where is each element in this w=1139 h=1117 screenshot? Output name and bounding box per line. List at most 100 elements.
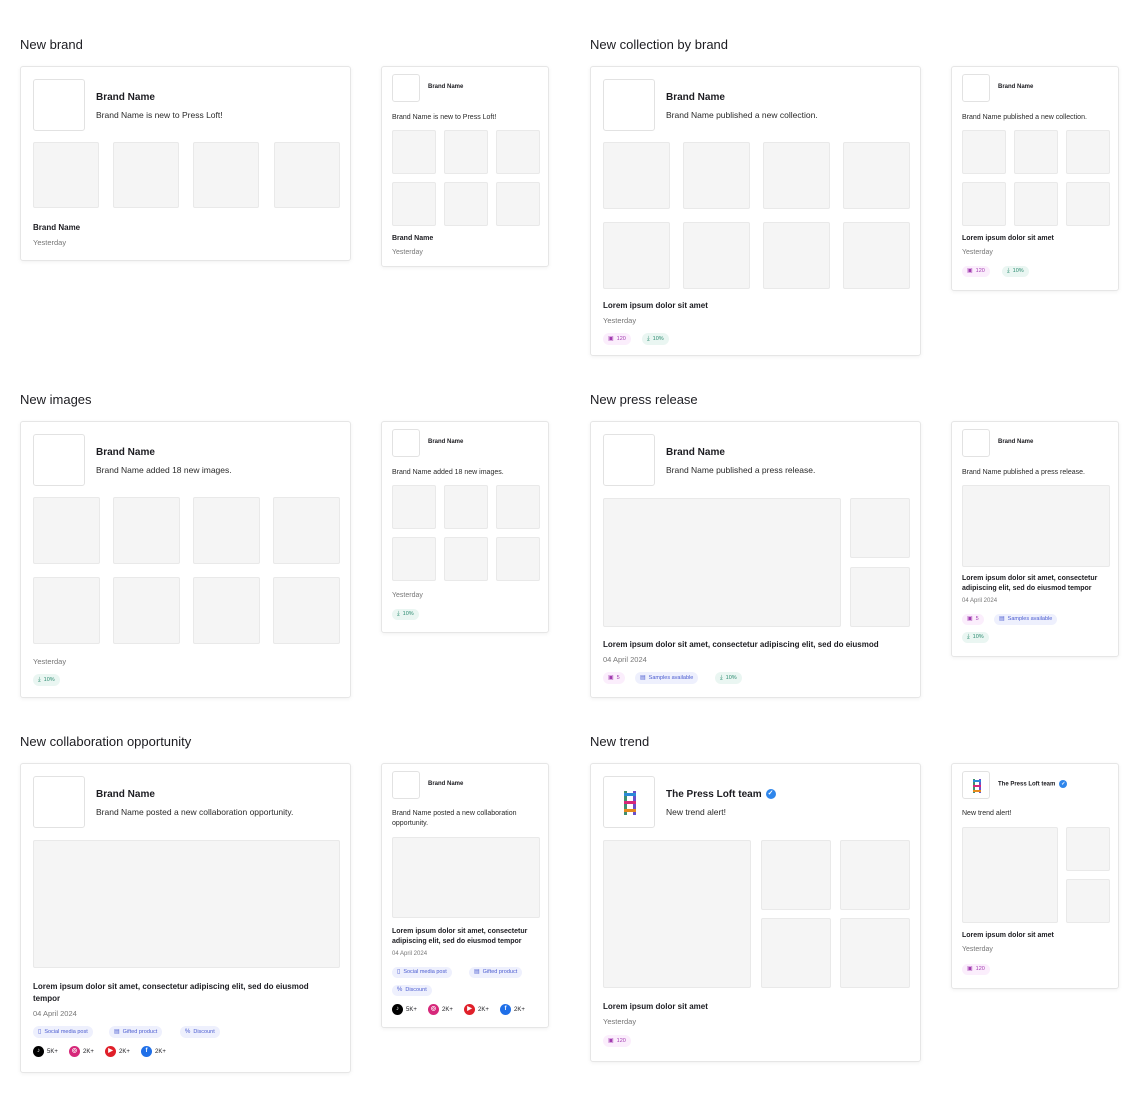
facebook-icon: f: [141, 1046, 152, 1057]
image-placeholder: [840, 918, 910, 988]
image-placeholder: [843, 222, 910, 289]
new-brand-card-small[interactable]: Brand Name Brand Name is new to Press Lo…: [381, 66, 549, 267]
collection-title: Lorem ipsum dolor sit amet: [603, 301, 708, 310]
image-placeholder: [444, 537, 488, 581]
brand-logo: [33, 434, 85, 486]
brand-name: Brand Name: [666, 92, 725, 103]
timestamp: Yesterday: [33, 657, 67, 666]
section-title-new-trend: New trend: [590, 734, 650, 749]
new-trend-card-large[interactable]: The Press Loft team ✓ New trend alert! Lo…: [590, 763, 921, 1062]
facebook-stat: f 2K+: [500, 1004, 525, 1017]
image-placeholder: [840, 840, 910, 910]
brand-message: Brand Name published a press release.: [962, 469, 1085, 476]
image-placeholder: [113, 497, 180, 564]
brand-name: Brand Name: [428, 781, 464, 787]
discount-icon: %: [397, 987, 403, 993]
new-press-card-small[interactable]: Brand Name Brand Name published a press …: [951, 421, 1119, 657]
downloads-chip: ⤓ 10%: [1002, 266, 1029, 277]
image-placeholder: [392, 182, 436, 226]
tiktok-icon: ♪: [33, 1046, 44, 1057]
image-placeholder: [683, 222, 750, 289]
brand-logo: [392, 74, 420, 102]
images-icon: ▣: [967, 268, 973, 274]
image-placeholder: [962, 827, 1058, 923]
youtube-stat: ▶ 2K+: [105, 1046, 130, 1059]
collection-title: Lorem ipsum dolor sit amet: [962, 235, 1054, 242]
image-placeholder: [1066, 879, 1110, 923]
image-placeholder: [496, 537, 540, 581]
image-placeholder: [1066, 827, 1110, 871]
image-placeholder: [274, 142, 340, 208]
image-placeholder: [496, 485, 540, 529]
brand-message: Brand Name is new to Press Loft!: [96, 110, 223, 120]
brand-name: Brand Name: [998, 439, 1034, 445]
social-media-chip: ▯ Social media post: [33, 1026, 93, 1038]
download-icon: ⤓: [397, 611, 400, 617]
verified-icon: ✓: [1059, 780, 1068, 788]
trend-message: New trend alert!: [666, 807, 726, 817]
image-placeholder: [496, 130, 540, 174]
new-collection-card-small[interactable]: Brand Name Brand Name published a new co…: [951, 66, 1119, 291]
timestamp: Yesterday: [962, 946, 993, 953]
team-name: The Press Loft team ✓: [998, 780, 1068, 788]
image-placeholder: [444, 182, 488, 226]
discount-icon: %: [185, 1029, 191, 1035]
images-count-chip: ▣ 120: [603, 333, 631, 345]
trend-message: New trend alert!: [962, 810, 1012, 817]
brand-message: Brand Name published a new collection.: [962, 114, 1087, 121]
section-title-new-press-release: New press release: [590, 392, 698, 407]
brand-name-footer: Brand Name: [33, 223, 81, 232]
image-placeholder: [33, 577, 100, 644]
new-press-card-large[interactable]: Brand Name Brand Name published a press …: [590, 421, 921, 698]
new-images-card-large[interactable]: Brand Name Brand Name added 18 new image…: [20, 421, 351, 698]
new-collection-card-large[interactable]: Brand Name Brand Name published a new co…: [590, 66, 921, 356]
gift-icon: ▤: [474, 969, 480, 975]
image-placeholder: [33, 142, 99, 208]
new-collab-card-large[interactable]: Brand Name Brand Name posted a new colla…: [20, 763, 351, 1073]
image-placeholder: [962, 182, 1006, 226]
image-placeholder: [763, 142, 830, 209]
timestamp: Yesterday: [603, 1017, 637, 1026]
brand-message: Brand Name is new to Press Loft!: [392, 114, 497, 121]
press-release-title: Lorem ipsum dolor sit amet, consectetur …: [603, 640, 879, 649]
image-placeholder: [496, 182, 540, 226]
brand-message: Brand Name posted a new collaboration op…: [96, 807, 294, 817]
press-loft-logo-graphic: [973, 779, 981, 793]
image-placeholder: [1014, 130, 1058, 174]
press-date: 04 April 2024: [962, 598, 998, 604]
instagram-icon: ◎: [428, 1004, 439, 1015]
new-collab-card-small[interactable]: Brand Name Brand Name posted a new colla…: [381, 763, 549, 1028]
image-placeholder: [273, 497, 340, 564]
image-placeholder: [444, 485, 488, 529]
brand-message: Brand Name added 18 new images.: [392, 469, 504, 476]
youtube-stat: ▶ 2K+: [464, 1004, 489, 1017]
phone-icon: ▯: [38, 1029, 42, 1035]
images-count-chip: ▣ 120: [962, 266, 990, 277]
images-icon: ▣: [608, 336, 614, 342]
images-icon: ▣: [967, 966, 973, 972]
image-placeholder: [603, 498, 841, 627]
new-images-card-small[interactable]: Brand Name Brand Name added 18 new image…: [381, 421, 549, 633]
images-count-chip: ▣ 5: [962, 614, 984, 625]
image-placeholder: [603, 840, 751, 988]
images-count-chip: ▣ 5: [603, 672, 625, 684]
brand-name: Brand Name: [666, 447, 725, 458]
brand-logo: [603, 434, 655, 486]
brand-logo: [603, 79, 655, 131]
image-placeholder: [843, 142, 910, 209]
download-icon: ⤓: [38, 677, 41, 683]
image-placeholder: [444, 130, 488, 174]
brand-name: Brand Name: [96, 447, 155, 458]
images-icon: ▣: [608, 675, 614, 681]
image-placeholder: [962, 130, 1006, 174]
instagram-stat: ◎ 2K+: [428, 1004, 453, 1017]
image-placeholder: [1066, 182, 1110, 226]
new-brand-card-large[interactable]: Brand Name Brand Name is new to Press Lo…: [20, 66, 351, 261]
gift-icon: ▤: [114, 1029, 120, 1035]
brand-name: Brand Name: [428, 84, 464, 90]
new-trend-card-small[interactable]: The Press Loft team ✓ New trend alert! Lo…: [951, 763, 1119, 989]
press-loft-logo: [962, 771, 990, 799]
section-title-new-images: New images: [20, 392, 92, 407]
downloads-chip: ⤓ 10%: [392, 609, 419, 620]
timestamp: Yesterday: [962, 249, 993, 256]
